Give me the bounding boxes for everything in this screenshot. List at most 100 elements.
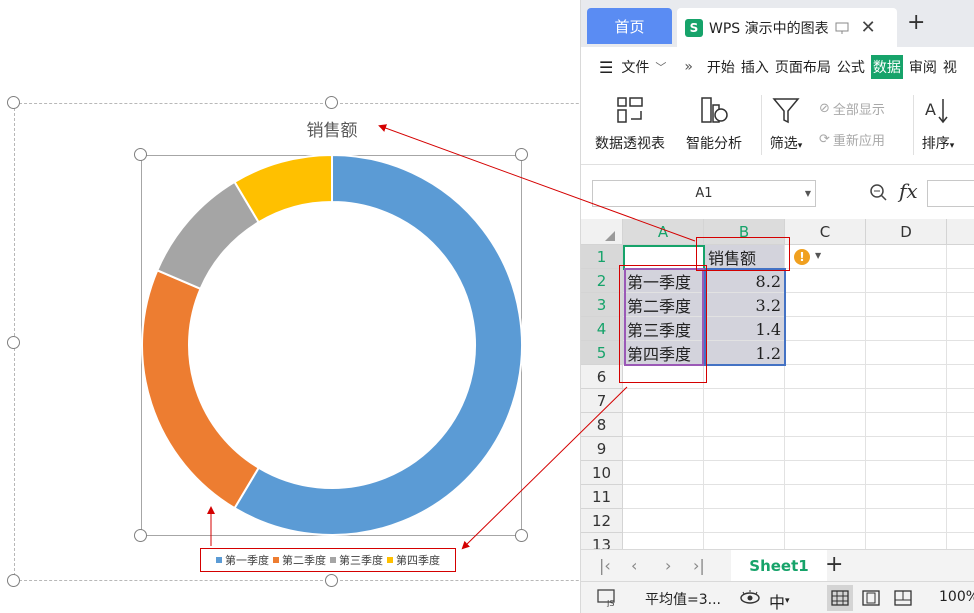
hamburger-icon[interactable]: ☰ [599,58,613,77]
last-sheet-icon[interactable]: ›| [693,556,705,575]
menu-formula[interactable]: 公式 [837,57,865,77]
page-break-view-icon[interactable] [890,585,916,611]
legend-label: 第一季度 [225,554,269,567]
spreadsheet-icon: S [685,18,703,37]
add-sheet-button[interactable]: + [825,552,843,577]
doughnut-chart[interactable] [0,0,580,613]
page-layout-view-icon[interactable] [858,585,884,611]
slide-canvas[interactable]: 销售额 第一季度 第二季度 第三季度 第四季度 [0,0,654,613]
annotation-box-title [696,237,790,271]
menu-start[interactable]: 开始 [707,57,735,77]
menu-review[interactable]: 审阅 [909,57,937,77]
prev-sheet-icon[interactable]: ‹ [631,556,637,575]
eye-icon[interactable] [739,589,761,605]
status-average[interactable]: 平均值=3... [645,589,721,609]
legend-label: 第二季度 [282,554,326,567]
column-header-d[interactable]: D [866,219,947,245]
row-header-12[interactable]: 12 [581,509,623,533]
column-header-a[interactable]: A [623,219,704,245]
gridline [623,460,974,461]
row-header-3[interactable]: 3 [581,293,623,317]
sheet-tab-sheet1[interactable]: Sheet1 [731,550,827,582]
chevron-down-icon[interactable]: ▼ [815,251,821,260]
gridline [623,532,974,533]
annotation-box-labels [619,265,707,383]
menu-bar: ☰ 文件 ﹀ » 开始 插入 页面布局 公式 数据 审阅 视 [581,47,974,87]
row-header-6[interactable]: 6 [581,365,623,389]
first-sheet-icon[interactable]: |‹ [599,556,611,575]
zoom-search-icon[interactable] [869,183,887,205]
chart-legend[interactable]: 第一季度 第二季度 第三季度 第四季度 [200,548,456,572]
sort-icon: A [921,93,955,127]
formula-input[interactable] [927,180,974,207]
menu-page-layout[interactable]: 页面布局 [775,57,831,77]
more-menu-icon[interactable]: » [684,59,693,75]
legend-item-q3: 第三季度 [330,552,383,568]
menu-file[interactable]: 文件 [621,57,649,77]
row-header-11[interactable]: 11 [581,485,623,509]
column-header-c[interactable]: C [785,219,866,245]
pivot-table-button[interactable]: 数据透视表 [595,93,665,153]
tab-home[interactable]: 首页 [587,8,672,44]
sort-button[interactable]: A 排序▾ [921,93,955,153]
smart-analysis-button[interactable]: 智能分析 [686,93,742,153]
row-header-2[interactable]: 2 [581,269,623,293]
gridline [623,436,974,437]
cell-center-icon[interactable]: 中 ▾ [769,589,790,613]
chevron-down-icon[interactable]: ﹀ [655,59,666,75]
next-sheet-icon[interactable]: › [665,556,671,575]
row-header-8[interactable]: 8 [581,413,623,437]
legend-item-q4: 第四季度 [387,552,440,568]
legend-swatch [273,557,279,563]
window-tabbar: 首页 S WPS 演示中的图表 ✕ + [581,0,974,47]
pivot-table-label: 数据透视表 [595,136,665,152]
show-all-label: 全部显示 [832,103,885,118]
sheet-tab-bar: |‹ ‹ › ›| Sheet1 + [581,549,974,582]
reapply-icon: ⟳ [819,132,830,147]
name-box[interactable]: A1 ▼ [592,180,816,207]
row-header-7[interactable]: 7 [581,389,623,413]
column-header-e[interactable] [947,219,974,245]
filter-button[interactable]: 筛选▾ [769,93,803,153]
svg-text:JS: JS [606,599,614,607]
gridline [865,245,866,549]
filter-clear-icon: ⊘ [819,101,830,116]
name-box-value: A1 [695,186,713,201]
row-header-10[interactable]: 10 [581,461,623,485]
zoom-level[interactable]: 100% [939,589,974,605]
doughnut-slice-2[interactable] [141,269,261,510]
macro-icon[interactable]: JS [597,589,619,607]
filter-label: 筛选▾ [769,136,803,152]
legend-swatch [216,557,222,563]
menu-view[interactable]: 视 [943,57,957,77]
monitor-icon [835,22,849,34]
sort-label: 排序▾ [921,136,955,152]
legend-item-q2: 第二季度 [273,552,326,568]
status-bar: JS 平均值=3... 中▾ 100% [581,581,974,613]
function-icon[interactable]: fx [899,179,918,203]
tab-document[interactable]: S WPS 演示中的图表 ✕ [677,8,897,47]
row-header-9[interactable]: 9 [581,437,623,461]
row-header-5[interactable]: 5 [581,341,623,365]
menu-data[interactable]: 数据 [870,55,903,79]
select-all-corner[interactable] [581,219,623,245]
new-tab-button[interactable]: + [907,10,925,35]
values-range-outline [704,268,786,366]
warning-icon[interactable]: ! [794,249,810,265]
show-all-button[interactable]: ⊘ 全部显示 [819,99,885,118]
chevron-down-icon[interactable]: ▼ [805,189,811,198]
gridline [623,388,974,389]
menu-insert[interactable]: 插入 [741,57,769,77]
row-header-13[interactable]: 13 [581,533,623,549]
spreadsheet-grid[interactable]: A B C D 1 2 3 4 5 6 7 8 9 10 11 12 13 销售… [581,219,974,549]
tab-document-title: WPS 演示中的图表 [709,20,829,37]
reapply-button[interactable]: ⟳ 重新应用 [819,130,885,149]
row-header-4[interactable]: 4 [581,317,623,341]
normal-view-icon[interactable] [827,585,853,611]
legend-swatch [330,557,336,563]
row-header-1[interactable]: 1 [581,245,623,269]
close-icon[interactable]: ✕ [861,17,876,38]
gridline [623,484,974,485]
reapply-label: 重新应用 [832,134,885,149]
gridline [623,508,974,509]
